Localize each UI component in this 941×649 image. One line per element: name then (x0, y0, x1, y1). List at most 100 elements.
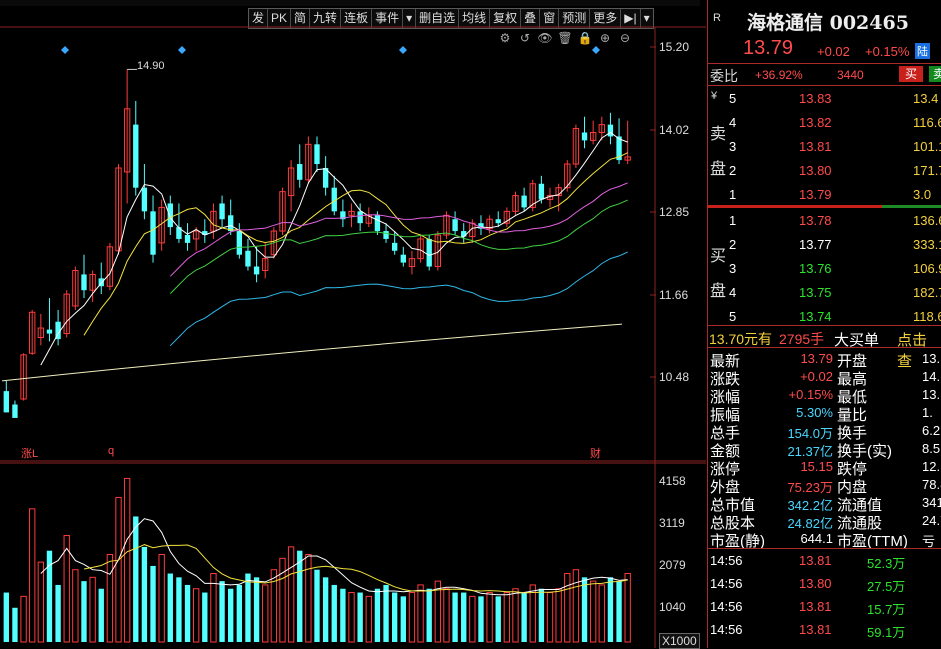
weibi-diff: 3440 (837, 68, 864, 82)
price-axis-label: 14.02 (659, 123, 690, 137)
volume-bar (495, 596, 501, 642)
quote-panel: R 海格通信 002465 13.79 +0.02 +0.15% 陆 委比 +3… (707, 0, 941, 648)
order-level: 1 (729, 187, 737, 202)
volume-bar (391, 592, 398, 642)
volume-bar (357, 592, 363, 642)
order-level: 4 (729, 115, 737, 130)
ma-line (169, 199, 628, 294)
order-level: 2 (729, 163, 737, 178)
volume-bar (469, 595, 476, 643)
vol-axis-label: 2079 (659, 558, 686, 572)
last-price: 13.79 (743, 37, 794, 59)
volume-bar (486, 592, 493, 643)
event-marker[interactable]: 财 (590, 445, 601, 461)
event-diamond (399, 46, 407, 54)
volume-bar (37, 561, 45, 643)
tick-time: 14:56 (710, 622, 743, 637)
vol-axis-label: 4158 (659, 474, 686, 488)
tick-time: 14:56 (710, 599, 743, 614)
buy-side-label: 买 (710, 248, 727, 265)
volume-bar (478, 596, 484, 642)
tick-time: 14:56 (710, 576, 743, 591)
tick-price: 13.81 (799, 599, 832, 614)
badge: R (713, 12, 721, 24)
quote-value: 75.23万 (787, 480, 833, 495)
volume-bar (184, 584, 191, 642)
kline-chart[interactable] (0, 0, 706, 648)
price-axis-label: 15.20 (659, 40, 690, 54)
candle-body (297, 164, 303, 180)
volume-bar (106, 554, 114, 643)
volume-bar (287, 546, 295, 643)
volume-bar (322, 577, 329, 642)
candle-body (426, 238, 432, 267)
volume-bar (443, 588, 450, 643)
order-level: 3 (729, 261, 737, 276)
quote-value: +0.15% (788, 387, 833, 402)
candle-body (495, 219, 501, 224)
stock-terminal: 发 PK 简九转 连板 事件 ▾ 删自选 均线 复权叠窗预测 更多 ▶| ▾ ⚙ ↺ 👁 🗑 🔒 ⊕ ⊖ 15.2… (0, 0, 941, 649)
price-axis-label: 12.85 (659, 205, 690, 219)
volume-bar (589, 580, 597, 643)
order-volume: 106.9 (913, 261, 941, 276)
event-marker[interactable]: 涨L (21, 445, 38, 461)
volume-bar (55, 584, 61, 642)
volume-ma-line (40, 518, 628, 596)
quote-value: 342.2亿 (787, 498, 833, 513)
volume-bar (297, 550, 303, 642)
big-order-vol: 2795手 (779, 331, 825, 347)
divider (707, 548, 941, 549)
sell-side-label: 盘 (710, 161, 727, 178)
candle-body (3, 391, 9, 413)
order-price: 13.79 (799, 187, 832, 202)
event-diamond (178, 46, 186, 54)
volume-bar (374, 588, 381, 642)
candle-body (374, 215, 381, 232)
volume-bar (262, 584, 269, 643)
volume-bar (461, 592, 467, 642)
order-level: 4 (729, 285, 737, 300)
volume-bar (408, 592, 416, 643)
candle-body (219, 203, 225, 220)
quote-value: 5.30% (796, 405, 833, 420)
price-axis-label: 10.48 (659, 370, 690, 384)
volume-bar (452, 592, 458, 642)
quote-value: 8.5 (922, 441, 941, 456)
divider (707, 347, 941, 348)
order-level: 3 (729, 139, 737, 154)
quote-value: 21.37亿 (787, 444, 833, 459)
tick-volume: 59.1万 (867, 625, 906, 640)
volume-bar (426, 588, 432, 642)
sell-button[interactable]: 卖 (929, 66, 941, 82)
volume-bar (331, 584, 337, 642)
panel-divider (707, 0, 708, 648)
volume-bar (81, 581, 87, 642)
volume-bar (20, 595, 27, 643)
yen-icon: ¥ (711, 90, 718, 102)
order-volume: 136.6 (913, 213, 941, 228)
volume-bar (624, 573, 631, 643)
volume-bar (572, 569, 580, 643)
volume-bar (12, 607, 18, 642)
volume-bar (253, 577, 260, 642)
volume-bar (365, 595, 372, 643)
event-marker[interactable]: q (108, 445, 114, 457)
exchange-badge[interactable]: 陆 (915, 43, 930, 59)
candle-body (314, 144, 320, 165)
weibi-label: 委比 (710, 68, 738, 84)
volume-bar (564, 573, 571, 643)
quote-value: +0.02 (800, 369, 833, 384)
order-price: 13.75 (799, 285, 832, 300)
order-price: 13.76 (799, 261, 832, 276)
stock-title: 海格通信 002465 (747, 12, 909, 34)
order-price: 13.81 (799, 139, 832, 154)
quote-value: 6.2 (922, 423, 941, 438)
order-volume: 101.1 (913, 139, 941, 154)
quote-value: 644.1 (800, 531, 833, 546)
buy-button[interactable]: 买 (899, 66, 923, 82)
volume-bar (607, 577, 614, 642)
order-price: 13.83 (799, 91, 832, 106)
big-order-price: 13.70元有 (709, 331, 773, 347)
weibi-bar-red (707, 205, 882, 208)
candle-body (150, 211, 156, 255)
